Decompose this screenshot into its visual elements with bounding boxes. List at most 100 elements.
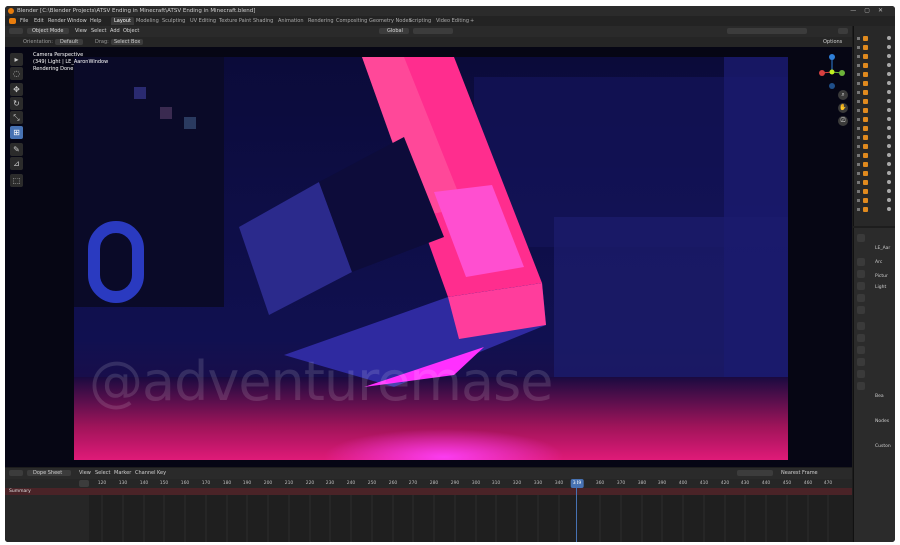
object-tab[interactable] xyxy=(857,322,865,330)
tool-properties-tab[interactable] xyxy=(857,234,865,242)
sidebar-toggle[interactable] xyxy=(838,28,848,34)
add-workspace-button[interactable]: + xyxy=(467,17,477,25)
outliner-item[interactable] xyxy=(857,153,893,158)
measure-icon[interactable]: ⊿ xyxy=(10,157,23,170)
dope-menu-channel[interactable]: Channel xyxy=(135,468,156,479)
modifiers-tab[interactable] xyxy=(857,334,865,342)
dope-menu-marker[interactable]: Marker xyxy=(114,468,131,479)
ruler-menu-button[interactable] xyxy=(79,480,89,487)
light-panel-label[interactable]: Light xyxy=(875,285,886,290)
tab-uv-editing[interactable]: UV Editing xyxy=(187,17,219,25)
world-tab[interactable] xyxy=(857,306,865,314)
menu-edit[interactable]: Edit xyxy=(34,16,44,26)
visibility-eye-icon[interactable] xyxy=(887,180,891,184)
snap-dropdown[interactable]: Nearest Frame xyxy=(781,468,818,479)
menu-window[interactable]: Window xyxy=(67,16,87,26)
add-cube-icon[interactable]: ⬚ xyxy=(10,174,23,187)
tab-compositing[interactable]: Compositing xyxy=(333,17,370,25)
outliner-item[interactable] xyxy=(857,81,893,86)
outliner-item[interactable] xyxy=(857,45,893,50)
transform-icon[interactable]: ⊞ xyxy=(10,126,23,139)
dope-sheet-area[interactable]: Summary xyxy=(5,488,852,542)
outliner-item[interactable] xyxy=(857,72,893,77)
snapping-controls[interactable] xyxy=(413,28,453,34)
visibility-eye-icon[interactable] xyxy=(887,135,891,139)
outliner-item[interactable] xyxy=(857,117,893,122)
zoom-icon[interactable]: ⌕ xyxy=(838,90,848,100)
dope-sheet-filters[interactable] xyxy=(737,470,773,476)
tab-sculpting[interactable]: Sculpting xyxy=(159,17,188,25)
outliner-item[interactable] xyxy=(857,162,893,167)
outliner-item[interactable] xyxy=(857,63,893,68)
frame-ruler[interactable]: 120 130 140 150 160 170 180 190 200 210 … xyxy=(5,479,852,488)
select-circle-icon[interactable]: ◌ xyxy=(10,67,23,80)
3d-viewport[interactable]: ▸ ◌ ✥ ↻ ⤡ ⊞ ✎ ⊿ ⬚ Camera Perspective (34… xyxy=(5,47,852,467)
data-tab[interactable] xyxy=(857,382,865,390)
rotate-icon[interactable]: ↻ xyxy=(10,97,23,110)
outliner-item[interactable] xyxy=(857,207,893,212)
outliner-item[interactable] xyxy=(857,135,893,140)
outliner-item[interactable] xyxy=(857,99,893,104)
dope-menu-select[interactable]: Select xyxy=(95,468,110,479)
menu-render[interactable]: Render xyxy=(48,16,66,26)
custom-properties-label[interactable]: Custon xyxy=(875,444,891,449)
visibility-eye-icon[interactable] xyxy=(887,207,891,211)
summary-channel[interactable]: Summary xyxy=(5,488,852,495)
visibility-eye-icon[interactable] xyxy=(887,54,891,58)
menu-file[interactable]: File xyxy=(20,16,28,26)
outliner-item[interactable] xyxy=(857,198,893,203)
tab-layout[interactable]: Layout xyxy=(111,17,134,25)
physics-tab[interactable] xyxy=(857,358,865,366)
pan-icon[interactable]: ✋ xyxy=(838,103,848,113)
camera-view-icon[interactable]: ⎚ xyxy=(838,116,848,126)
visibility-eye-icon[interactable] xyxy=(887,63,891,67)
nodes-panel-label[interactable]: Nodes xyxy=(875,419,889,424)
cursor-icon[interactable]: ▸ xyxy=(10,53,23,66)
preview-panel-label[interactable]: Pictur xyxy=(875,274,888,279)
particles-tab[interactable] xyxy=(857,346,865,354)
dope-menu-key[interactable]: Key xyxy=(157,468,166,479)
tab-shading[interactable]: Shading xyxy=(250,17,276,25)
visibility-eye-icon[interactable] xyxy=(887,162,891,166)
visibility-eye-icon[interactable] xyxy=(887,117,891,121)
outliner-item[interactable] xyxy=(857,180,893,185)
visibility-eye-icon[interactable] xyxy=(887,36,891,40)
tab-rendering[interactable]: Rendering xyxy=(305,17,337,25)
visibility-eye-icon[interactable] xyxy=(887,153,891,157)
window-controls[interactable]: —▢✕ xyxy=(850,6,891,16)
tab-modeling[interactable]: Modeling xyxy=(133,17,162,25)
outliner-item[interactable] xyxy=(857,144,893,149)
data-name-field[interactable]: Arc xyxy=(875,260,882,265)
dope-menu-view[interactable]: View xyxy=(79,468,91,479)
visibility-eye-icon[interactable] xyxy=(887,99,891,103)
viewport-menu-add[interactable]: Add xyxy=(110,26,120,37)
move-icon[interactable]: ✥ xyxy=(10,83,23,96)
visibility-eye-icon[interactable] xyxy=(887,45,891,49)
visibility-eye-icon[interactable] xyxy=(887,144,891,148)
visibility-eye-icon[interactable] xyxy=(887,198,891,202)
outliner-item[interactable] xyxy=(857,36,893,41)
outliner-item[interactable] xyxy=(857,54,893,59)
visibility-eye-icon[interactable] xyxy=(887,72,891,76)
viewport-menu-object[interactable]: Object xyxy=(123,26,139,37)
visibility-eye-icon[interactable] xyxy=(887,90,891,94)
view-layer-tab[interactable] xyxy=(857,282,865,290)
viewport-menu-select[interactable]: Select xyxy=(91,26,106,37)
menu-help[interactable]: Help xyxy=(90,16,101,26)
close-button[interactable]: ✕ xyxy=(878,7,891,14)
viewport-menu-view[interactable]: View xyxy=(75,26,87,37)
visibility-eye-icon[interactable] xyxy=(887,189,891,193)
current-frame-indicator[interactable]: 349 xyxy=(570,479,584,488)
visibility-eye-icon[interactable] xyxy=(887,126,891,130)
output-properties-tab[interactable] xyxy=(857,270,865,278)
annotate-icon[interactable]: ✎ xyxy=(10,143,23,156)
scene-tab[interactable] xyxy=(857,294,865,302)
outliner-item[interactable] xyxy=(857,189,893,194)
tab-scripting[interactable]: Scripting xyxy=(406,17,434,25)
editor-type-button[interactable] xyxy=(9,470,23,476)
visibility-eye-icon[interactable] xyxy=(887,171,891,175)
maximize-button[interactable]: ▢ xyxy=(864,7,878,14)
scale-icon[interactable]: ⤡ xyxy=(10,111,23,124)
tab-texture-paint[interactable]: Texture Paint xyxy=(216,17,254,25)
outliner-item[interactable] xyxy=(857,90,893,95)
